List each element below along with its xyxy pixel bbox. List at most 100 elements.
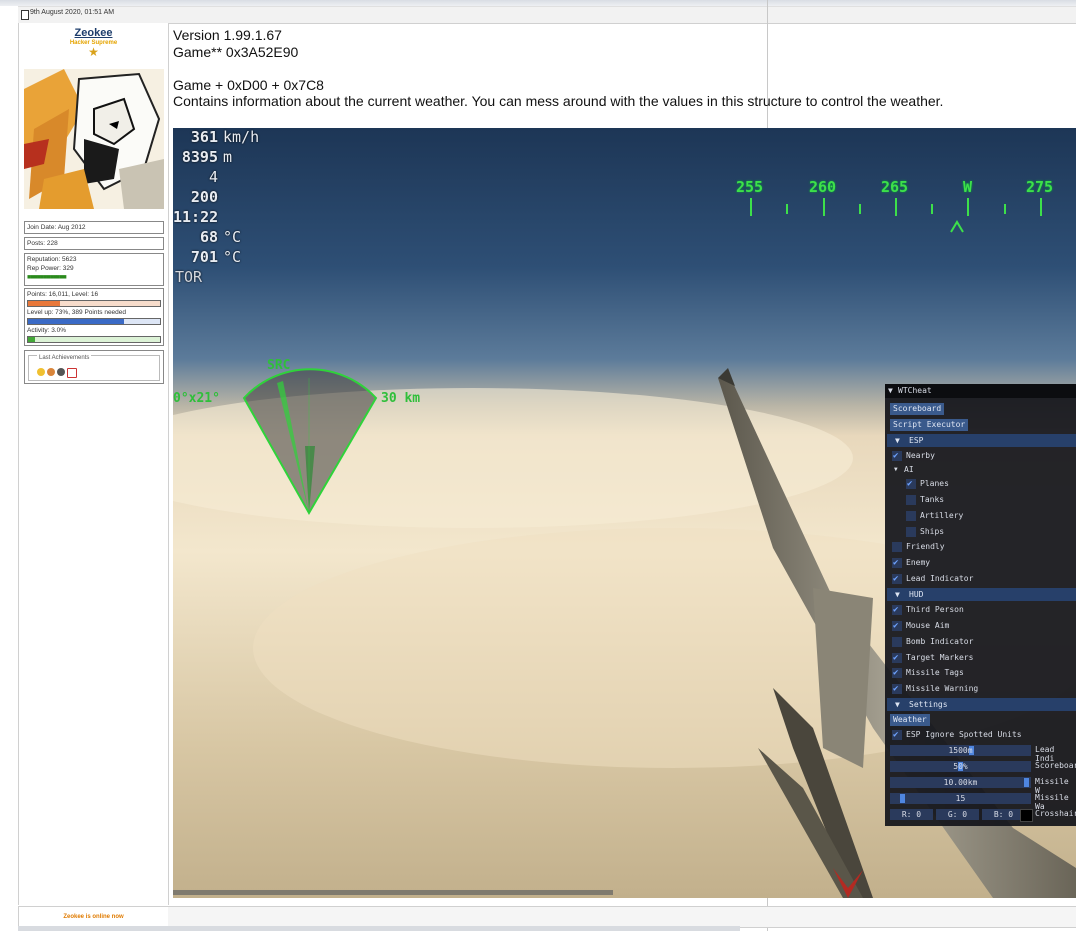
- crosshair-color-picker[interactable]: R: 0 G: 0 B: 0 Crosshair: [885, 809, 1076, 822]
- friendly-option[interactable]: Friendly: [890, 540, 1070, 554]
- settings-section-header[interactable]: ▼ Settings: [887, 698, 1076, 711]
- color-r-input[interactable]: R: 0: [890, 809, 933, 820]
- missile-warning-label: Missile Warning: [906, 684, 979, 693]
- target-markers-checkbox[interactable]: [892, 651, 902, 665]
- missile-warning-count-slider[interactable]: 15 Missile Wa: [885, 793, 1076, 811]
- ships-option[interactable]: Ships: [904, 525, 1064, 539]
- missile-warning-option[interactable]: Missile Warning: [890, 682, 1070, 696]
- color-g-input[interactable]: G: 0: [936, 809, 979, 820]
- lead-indicator-distance-slider[interactable]: 1500m Lead Indi: [885, 745, 1076, 763]
- missile-warning-checkbox[interactable]: [892, 682, 902, 696]
- achievement-calendar-icon[interactable]: [67, 368, 77, 378]
- tanks-label: Tanks: [920, 495, 945, 504]
- bomb-indicator-checkbox[interactable]: [892, 637, 902, 647]
- enemy-checkbox[interactable]: [892, 556, 902, 570]
- cheat-menu-title: WTCheat: [898, 386, 932, 395]
- lead-indicator-option[interactable]: Lead Indicator: [890, 572, 1070, 586]
- friendly-checkbox[interactable]: [892, 542, 902, 552]
- slider-grab[interactable]: [900, 794, 905, 803]
- artillery-checkbox[interactable]: [906, 511, 916, 521]
- points-level: Points: 16,011, Level: 16: [27, 291, 99, 298]
- slider-track[interactable]: 50%: [890, 761, 1031, 772]
- missile-warning-range-slider[interactable]: 10.00km Missile W: [885, 777, 1076, 795]
- enemy-option[interactable]: Enemy: [890, 556, 1070, 570]
- points-box: Points: 16,011, Level: 16 Level up: 73%,…: [24, 288, 164, 346]
- activity-text: Activity: 3.0%: [27, 327, 67, 334]
- achievements-box: Last Achievements: [24, 350, 164, 384]
- friendly-label: Friendly: [906, 542, 945, 551]
- hud-gear: 4: [208, 168, 218, 186]
- activity-progress-bar: [27, 336, 161, 343]
- scoreboard-opacity-slider[interactable]: 50% Scoreboar: [885, 761, 1076, 773]
- esp-header-label: ESP: [909, 436, 924, 445]
- esp-ignore-spotted-option[interactable]: ESP Ignore Spotted Units: [890, 728, 1076, 742]
- achievement-user-icon[interactable]: [47, 368, 55, 376]
- post-page-icon: [21, 10, 29, 20]
- achievements-frame: Last Achievements: [28, 355, 160, 381]
- missile-tags-label: Missile Tags: [906, 668, 964, 677]
- crosshair-label: Crosshair: [1035, 809, 1076, 818]
- planes-label: Planes: [920, 479, 949, 488]
- planes-checkbox[interactable]: [906, 477, 916, 491]
- slider-grab[interactable]: [1024, 778, 1029, 787]
- join-date-box: Join Date: Aug 2012: [24, 221, 164, 234]
- hud-speed: 361: [190, 128, 218, 146]
- post-pointer-line: Game** 0x3A52E90: [173, 43, 299, 60]
- cheat-menu-titlebar[interactable]: ▼ WTCheat: [885, 384, 1076, 398]
- points-progress-bar: [27, 300, 161, 307]
- script-executor-button[interactable]: Script Executor: [890, 419, 969, 431]
- post-description: Contains information about the current w…: [173, 93, 944, 109]
- planes-option[interactable]: Planes: [904, 477, 1064, 491]
- missile-tags-checkbox[interactable]: [892, 666, 902, 680]
- third-person-option[interactable]: Third Person: [890, 603, 1070, 617]
- cheat-menu-window[interactable]: ▼ WTCheat Scoreboard Script Executor ▼ E…: [885, 384, 1076, 826]
- ships-label: Ships: [920, 527, 945, 536]
- hud-header-label: HUD: [909, 590, 924, 599]
- third-person-checkbox[interactable]: [892, 603, 902, 617]
- slider-value: 10.00km: [943, 778, 978, 787]
- tanks-checkbox[interactable]: [906, 495, 916, 505]
- target-markers-option[interactable]: Target Markers: [890, 651, 1070, 665]
- achievements-label: Last Achievements: [37, 355, 92, 361]
- slider-track[interactable]: 1500m: [890, 745, 1031, 756]
- lead-indicator-checkbox[interactable]: [892, 572, 902, 586]
- esp-section-header[interactable]: ▼ ESP: [887, 434, 1076, 447]
- achievement-medal-icon[interactable]: [37, 368, 45, 376]
- reputation: Reputation: 5623: [27, 256, 77, 263]
- slider-track[interactable]: 15: [890, 793, 1031, 804]
- third-person-label: Third Person: [906, 605, 964, 614]
- scoreboard-button[interactable]: Scoreboard: [890, 403, 945, 415]
- ships-checkbox[interactable]: [906, 527, 916, 537]
- tanks-option[interactable]: Tanks: [904, 493, 1064, 507]
- nearby-option[interactable]: Nearby: [890, 449, 1070, 463]
- reputation-box: Reputation: 5623 Rep Power: 329 ■■■■■■■■…: [24, 253, 164, 286]
- nearby-checkbox[interactable]: [892, 449, 902, 463]
- ai-tree-node[interactable]: ▼ AI: [890, 463, 1070, 477]
- target-markers-label: Target Markers: [906, 653, 974, 662]
- bottom-scroll-strip: [18, 926, 740, 931]
- weather-button[interactable]: Weather: [890, 714, 930, 726]
- color-b-input[interactable]: B: 0: [982, 809, 1025, 820]
- rank-star-icon: ★: [88, 45, 99, 59]
- collapse-arrow-icon: ▼: [894, 466, 898, 473]
- missile-tags-option[interactable]: Missile Tags: [890, 666, 1070, 680]
- collapse-arrow-icon[interactable]: ▼: [888, 384, 893, 398]
- bomb-indicator-option[interactable]: Bomb Indicator: [890, 635, 1070, 649]
- username-link[interactable]: Zeokee: [19, 27, 168, 39]
- achievement-globe-icon[interactable]: [57, 368, 65, 376]
- post-date: 9th August 2020, 01:51 AM: [30, 9, 115, 16]
- radar-scope: [242, 368, 378, 516]
- hud-section-header[interactable]: ▼ HUD: [887, 588, 1076, 601]
- compass-tick-marks: [750, 198, 1042, 233]
- avatar[interactable]: [24, 69, 164, 209]
- reputation-pips-icon: ■■■■■■■■■■■■: [27, 274, 67, 281]
- post-version-line: Version 1.99.1.67: [173, 27, 282, 43]
- level-up-text: Level up: 73%, 389 Points needed: [27, 309, 127, 316]
- color-swatch[interactable]: [1020, 809, 1033, 822]
- mouse-aim-checkbox[interactable]: [892, 619, 902, 633]
- online-status: Zeokee is online now: [18, 906, 169, 928]
- slider-track[interactable]: 10.00km: [890, 777, 1031, 788]
- artillery-option[interactable]: Artillery: [904, 509, 1064, 523]
- mouse-aim-option[interactable]: Mouse Aim: [890, 619, 1070, 633]
- esp-ignore-spotted-checkbox[interactable]: [892, 728, 902, 742]
